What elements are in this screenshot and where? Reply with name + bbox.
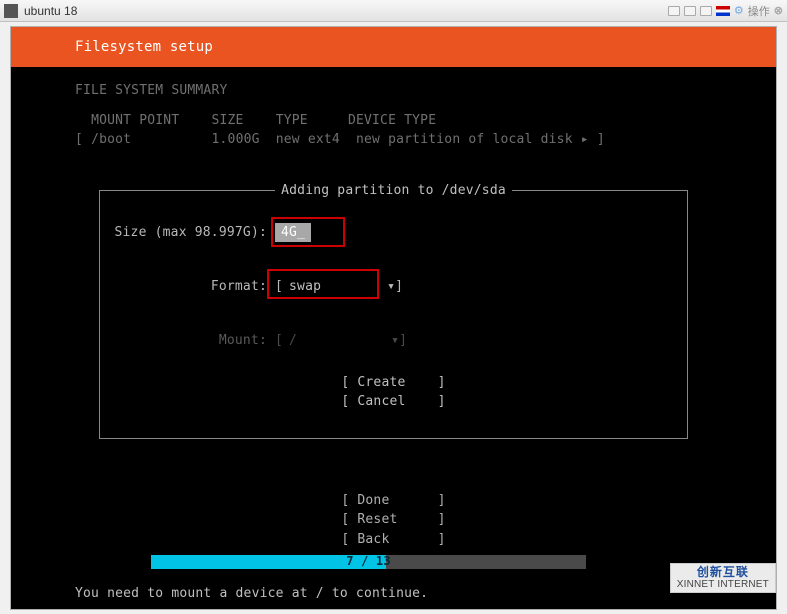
flag-icon [716,6,730,16]
window-button[interactable] [700,6,712,16]
back-button[interactable]: [ Back ] [11,530,776,550]
progress-bar: 7 / 13 [11,555,776,573]
col-size: SIZE [211,113,243,128]
watermark-sub: XINNET INTERNET [677,579,769,590]
size-label: Size (max 98.997G): [110,223,275,243]
window-button[interactable] [684,6,696,16]
mount-select: / [283,329,303,353]
row-size: 1.000G [211,132,259,147]
window-controls: ⚙ 操作 ⊗ [668,3,783,19]
col-mount: MOUNT POINT [91,113,179,128]
row-mount[interactable]: /boot [91,132,131,147]
close-icon[interactable]: ⊗ [774,4,783,17]
col-device: DEVICE TYPE [348,113,436,128]
done-button[interactable]: [ Done ] [11,491,776,511]
summary-title: FILE SYSTEM SUMMARY [75,81,712,101]
chevron-down-icon: ▾ [391,331,399,351]
summary-table: MOUNT POINT SIZE TYPE DEVICE TYPE [ /boo… [75,111,712,150]
footer-message: You need to mount a device at / to conti… [75,586,428,601]
format-select[interactable]: swap [283,275,327,299]
page-header: Filesystem setup [11,27,776,67]
format-label: Format: [110,277,275,297]
row-device: new partition of local disk [356,132,573,147]
window-button[interactable] [668,6,680,16]
row-type: new ext4 [276,132,340,147]
app-icon [4,4,18,18]
col-type: TYPE [276,113,308,128]
watermark: 创新互联 XINNET INTERNET [670,563,776,593]
window-titlebar: ubuntu 18 ⚙ 操作 ⊗ [0,0,787,22]
dialog-title: Adding partition to /dev/sda [100,181,687,201]
reset-button[interactable]: [ Reset ] [11,510,776,530]
chevron-down-icon[interactable]: ▾ [387,277,395,297]
window-action-label[interactable]: 操作 [748,3,770,19]
row-format: Format: [ swap ▾ ] [110,273,677,301]
nav-buttons: [ Done ] [ Reset ] [ Back ] [11,491,776,550]
cancel-button[interactable]: [ Cancel ] [110,392,677,412]
page-title: Filesystem setup [75,39,213,55]
watermark-brand: 创新互联 [697,565,749,579]
window-title: ubuntu 18 [24,4,668,18]
row-size: Size (max 98.997G): 4G_ [110,219,677,247]
installer-screen: Filesystem setup FILE SYSTEM SUMMARY MOU… [10,26,777,610]
dialog-buttons: [ Create ] [ Cancel ] [110,373,677,412]
add-partition-dialog: Adding partition to /dev/sda Size (max 9… [99,190,688,439]
gear-icon[interactable]: ⚙ [734,4,744,17]
mount-label: Mount: [110,331,275,351]
size-input[interactable]: 4G_ [275,223,311,242]
create-button[interactable]: [ Create ] [110,373,677,393]
content-area: FILE SYSTEM SUMMARY MOUNT POINT SIZE TYP… [11,67,776,439]
row-mount: Mount: [ / ▾ ] [110,327,677,355]
progress-label: 7 / 13 [151,554,586,568]
